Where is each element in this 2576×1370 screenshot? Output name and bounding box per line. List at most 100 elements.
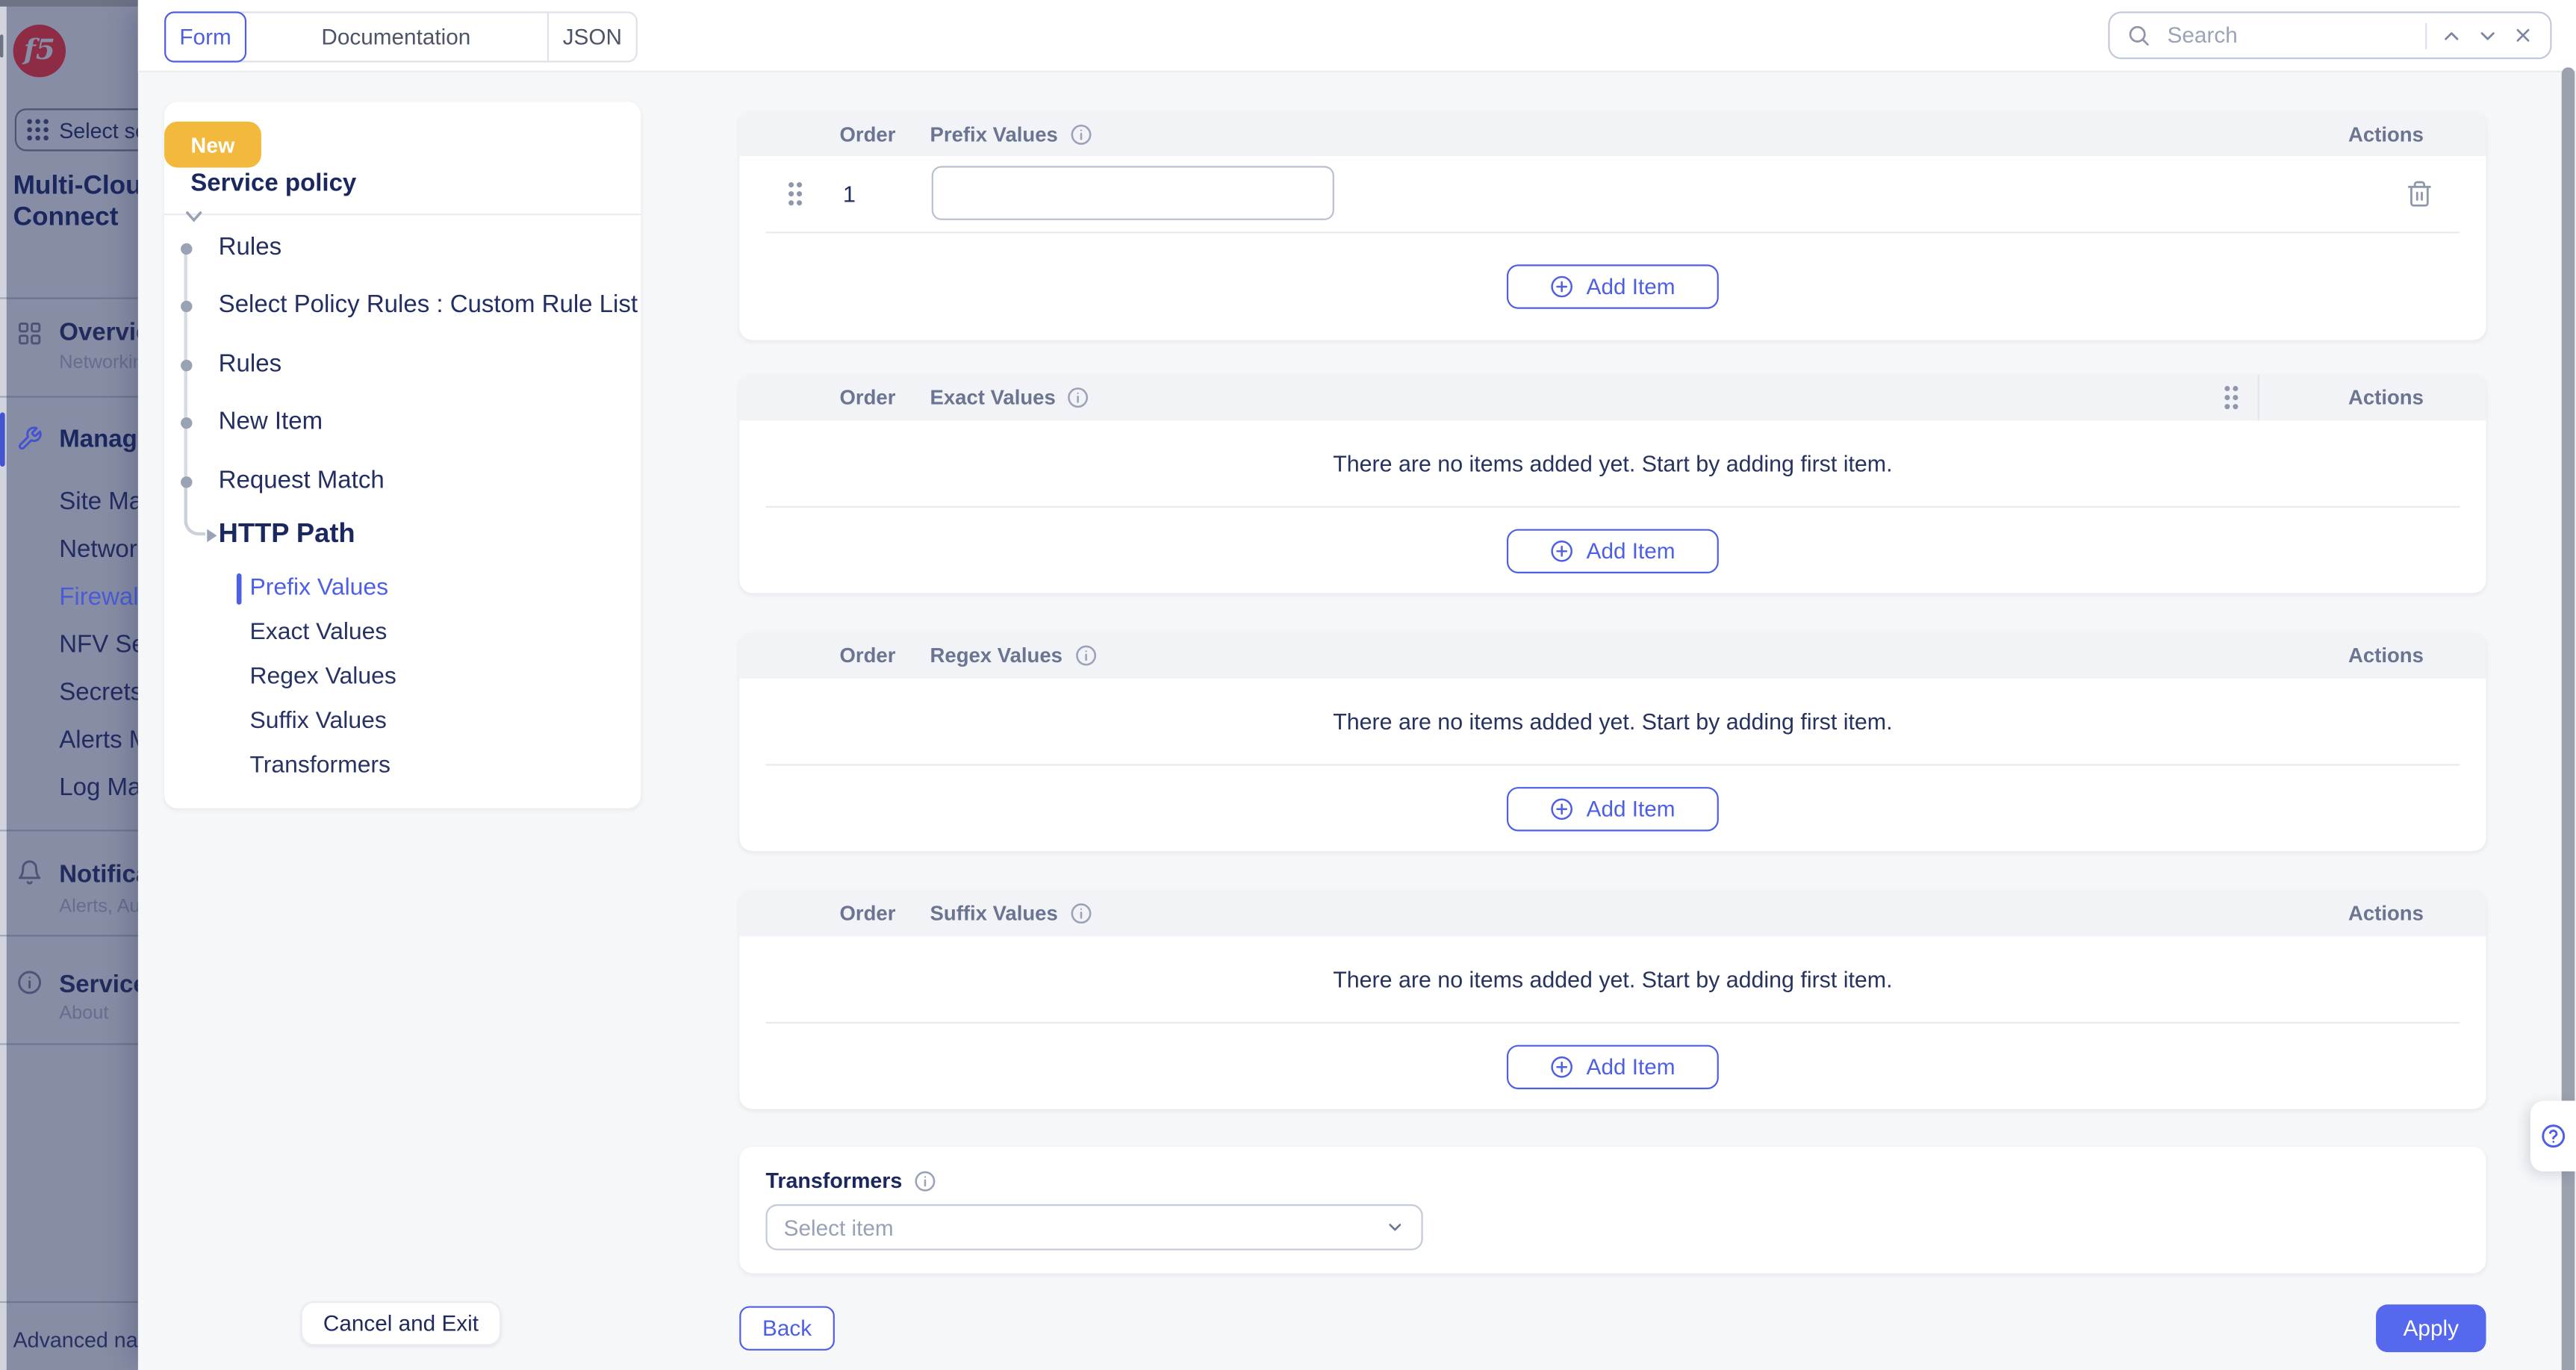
sidebar-item-networking[interactable]: Network	[59, 535, 149, 563]
sidebar-item-firewall[interactable]: Firewall	[59, 583, 144, 611]
sidebar-item-notifications[interactable]: Notifica	[59, 861, 149, 888]
suffix-values-table: Order Suffix Values Actions There are no…	[739, 891, 2486, 1109]
workspace-title: Multi-Clou Connect	[13, 171, 142, 234]
search-close-button[interactable]	[2513, 25, 2534, 46]
empty-state-row: There are no items added yet. Start by a…	[739, 420, 2486, 505]
add-item-label: Add Item	[1587, 275, 1676, 299]
transformers-card: Transformers Select item	[739, 1147, 2486, 1273]
info-icon[interactable]	[1069, 122, 1092, 146]
sidebar-item-alerts-management[interactable]: Alerts M	[59, 726, 149, 754]
empty-state-text: There are no items added yet. Start by a…	[1333, 451, 1892, 476]
tab-documentation[interactable]: Documentation	[245, 13, 547, 61]
sidebar-item-service[interactable]: Service	[59, 971, 146, 999]
search-box	[2108, 11, 2551, 59]
wizard-substep-prefix-values[interactable]: Prefix Values	[249, 575, 388, 601]
transformers-label-row: Transformers	[765, 1168, 936, 1193]
apply-button[interactable]: Apply	[2376, 1304, 2486, 1352]
app-root: f5 Select se Multi-Clou Connect Overvie …	[0, 0, 2576, 1370]
column-header-actions: Actions	[2348, 386, 2424, 409]
search-input[interactable]	[2164, 22, 2412, 49]
wizard-title: Service policy	[190, 169, 356, 197]
table-header: Order Regex Values Actions	[739, 632, 2486, 679]
sidebar-item-overview[interactable]: Overvie	[59, 319, 149, 346]
wizard-step-http-path[interactable]: HTTP Path	[219, 519, 355, 550]
f5-logo-text: f5	[24, 37, 55, 65]
column-header-regex-values: Regex Values	[930, 644, 1098, 667]
collapse-chevron-icon[interactable]	[184, 211, 203, 224]
sidebar-item-secrets[interactable]: Secrets	[59, 679, 143, 706]
tab-form[interactable]: Form	[164, 11, 246, 62]
wizard-substep-suffix-values[interactable]: Suffix Values	[249, 708, 386, 734]
column-header-suffix-values: Suffix Values	[930, 902, 1092, 925]
step-dot	[180, 300, 191, 311]
page-scrollbar-thumb[interactable]	[2562, 67, 2575, 1370]
sidebar-scrollbar[interactable]	[0, 7, 7, 1370]
step-dot	[180, 417, 191, 428]
active-substep-indicator	[237, 573, 242, 605]
add-item-label: Add Item	[1587, 538, 1676, 563]
empty-state-row: There are no items added yet. Start by a…	[739, 679, 2486, 764]
column-header-exact-values: Exact Values	[930, 386, 1090, 409]
column-divider	[2258, 375, 2259, 421]
tab-json[interactable]: JSON	[547, 13, 636, 61]
view-mode-tabs: Form Documentation JSON	[164, 11, 638, 62]
info-icon[interactable]	[914, 1169, 937, 1192]
plus-circle-icon	[1550, 275, 1575, 299]
prefix-value-input[interactable]	[932, 166, 1334, 220]
drag-handle-icon[interactable]	[787, 181, 803, 207]
active-section-indicator	[0, 412, 5, 467]
table-row: 1	[739, 156, 2486, 231]
wizard-step-new-item[interactable]: New Item	[219, 408, 323, 435]
wizard-step-select-policy-rules[interactable]: Select Policy Rules : Custom Rule List	[219, 291, 638, 319]
wizard-substep-regex-values[interactable]: Regex Values	[249, 664, 396, 690]
exact-values-table: Order Exact Values Actions There are no …	[739, 375, 2486, 594]
add-item-row: Add Item	[739, 1024, 2486, 1109]
sidebar-item-service-sub: About	[59, 1004, 108, 1024]
advanced-nav-toggle[interactable]: Advanced nav	[13, 1327, 149, 1352]
add-item-button[interactable]: Add Item	[1507, 528, 1719, 572]
wizard-step-rules-1[interactable]: Rules	[219, 233, 281, 261]
search-prev-button[interactable]	[2440, 24, 2463, 47]
search-next-button[interactable]	[2476, 24, 2499, 47]
info-icon[interactable]	[1067, 386, 1090, 409]
step-dot	[180, 359, 191, 370]
column-drag-handle-icon[interactable]	[2223, 384, 2239, 411]
column-header-label: Exact Values	[930, 386, 1056, 409]
wizard-step-rules-2[interactable]: Rules	[219, 350, 281, 378]
add-item-button[interactable]: Add Item	[1507, 1044, 1719, 1088]
help-button[interactable]	[2530, 1100, 2576, 1171]
table-header: Order Suffix Values Actions	[739, 891, 2486, 937]
form-panel: Form Documentation JSON	[138, 0, 2576, 1370]
wizard-substep-transformers[interactable]: Transformers	[249, 753, 391, 779]
bell-icon	[16, 859, 43, 885]
sidebar-item-overview-sub: Networkin	[59, 353, 143, 373]
sidebar-scrollbar-thumb[interactable]	[0, 34, 3, 57]
info-icon[interactable]	[1069, 902, 1092, 925]
column-header-actions: Actions	[2348, 644, 2424, 667]
table-header: Order Exact Values Actions	[739, 375, 2486, 421]
wizard-step-request-match[interactable]: Request Match	[219, 467, 385, 494]
column-header-actions: Actions	[2348, 902, 2424, 925]
regex-values-table: Order Regex Values Actions There are no …	[739, 632, 2486, 851]
transformers-select[interactable]: Select item	[765, 1204, 1422, 1251]
wizard-nav-card: New Service policy Rules Select Policy R…	[164, 102, 641, 808]
info-icon[interactable]	[1074, 644, 1097, 667]
app-grid-icon	[26, 118, 49, 141]
cancel-and-exit-button[interactable]: Cancel and Exit	[301, 1301, 501, 1345]
column-header-order: Order	[840, 122, 896, 146]
add-item-button[interactable]: Add Item	[1507, 264, 1719, 308]
column-header-label: Regex Values	[930, 644, 1063, 667]
back-button[interactable]: Back	[739, 1306, 835, 1350]
add-item-label: Add Item	[1587, 1054, 1676, 1079]
delete-row-button[interactable]	[2402, 177, 2436, 211]
trash-icon	[2406, 180, 2433, 208]
column-header-prefix-values: Prefix Values	[930, 122, 1092, 146]
wizard-substep-exact-values[interactable]: Exact Values	[249, 620, 387, 646]
add-item-button[interactable]: Add Item	[1507, 786, 1719, 830]
chevron-up-icon	[2440, 24, 2463, 47]
add-item-row: Add Item	[739, 508, 2486, 593]
sidebar-item-manage[interactable]: Manage	[59, 426, 151, 453]
close-icon	[2513, 25, 2534, 46]
select-placeholder: Select item	[784, 1215, 1385, 1239]
plus-circle-icon	[1550, 796, 1575, 821]
